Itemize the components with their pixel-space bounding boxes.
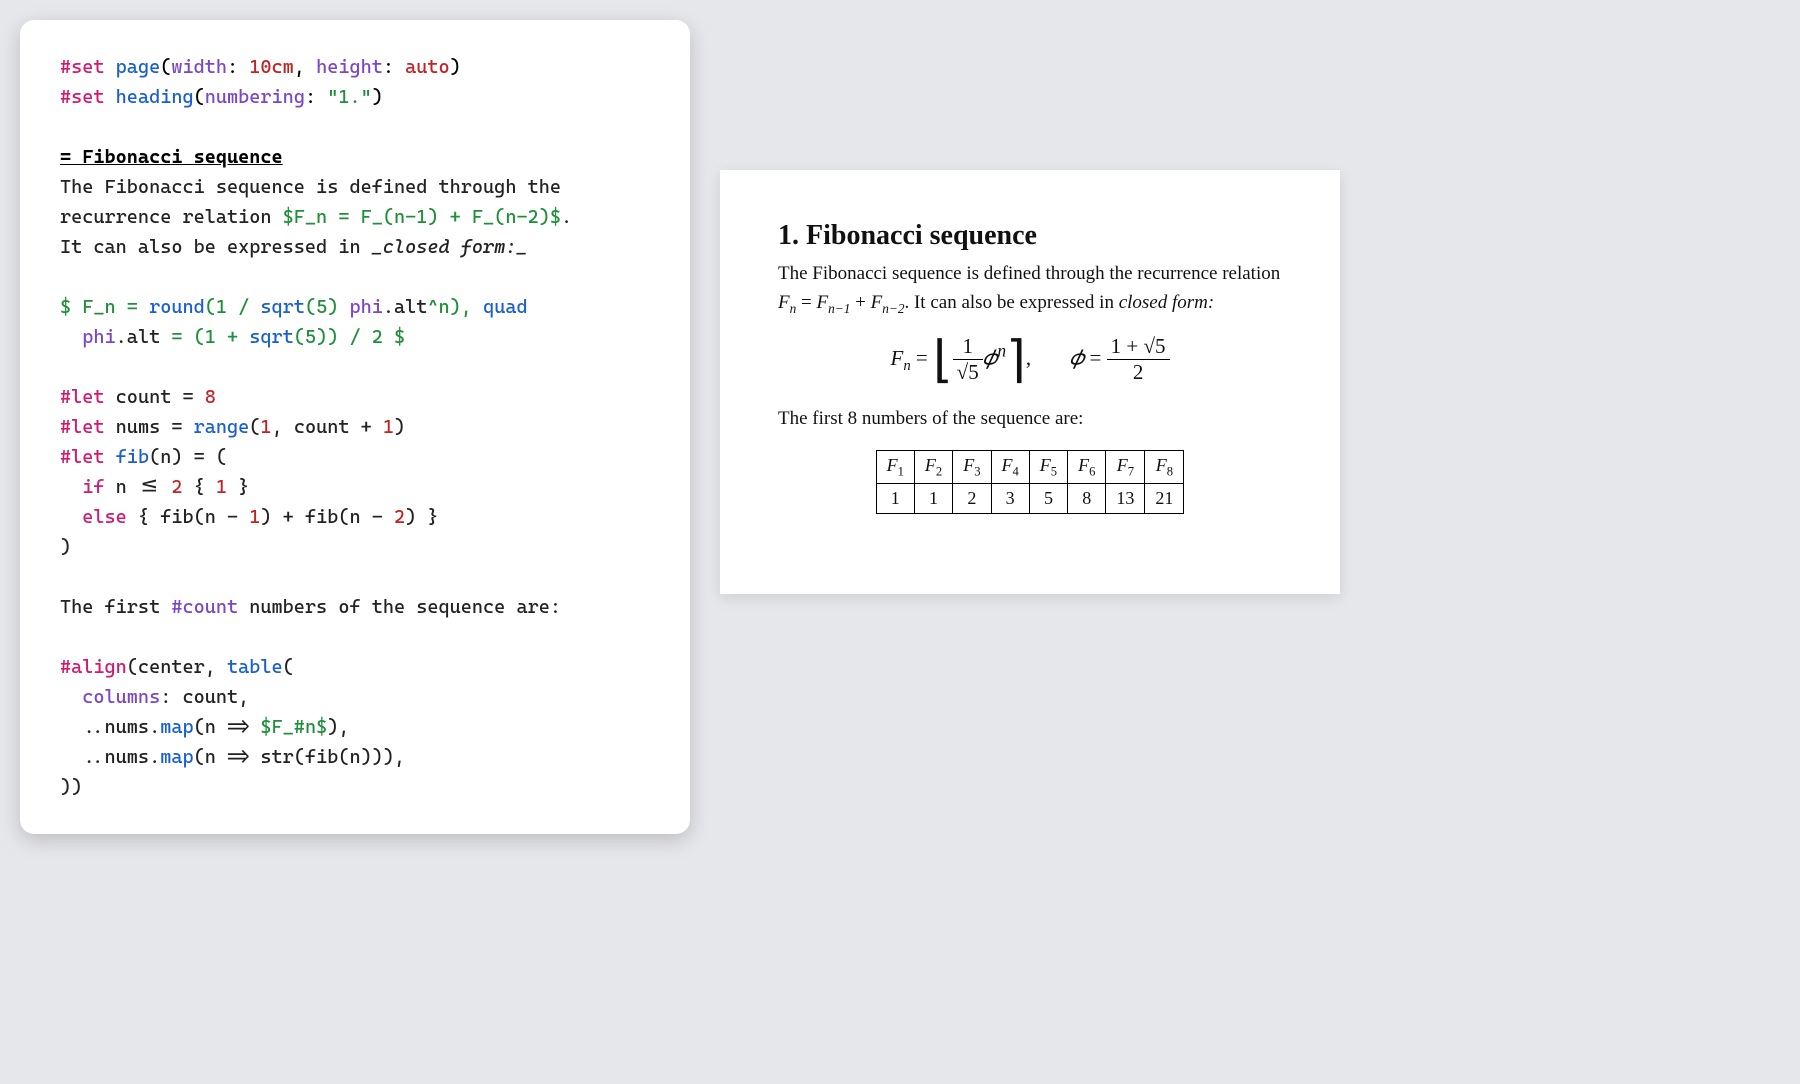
fn-heading: heading — [116, 86, 194, 108]
output-heading: 1. Fibonacci sequence — [778, 220, 1282, 252]
arg-height: height — [316, 56, 383, 78]
output-paragraph-2: The first 8 numbers of the sequence are: — [778, 405, 1282, 434]
val-auto: auto — [405, 56, 450, 78]
str-numbering: "1." — [327, 86, 372, 108]
display-formula: Fn = ⌊ 1 √5 𝜙n⌉, 𝜙 = 1 + √5 2 — [778, 334, 1282, 385]
code-emph: _closed form:_ — [372, 236, 528, 258]
inline-formula: Fn = Fn−1 + Fn−2 — [778, 292, 904, 313]
arg-width: width — [171, 56, 227, 78]
code-text: The Fibonacci sequence is defined throug… — [60, 176, 561, 198]
code-math: $F_n = F_(n-1) + F_(n-2)$ — [283, 206, 561, 228]
arg-numbering: numbering — [205, 86, 305, 108]
table-header-row: F1 F2 F3 F4 F5 F6 F7 F8 — [876, 450, 1184, 484]
output-paragraph-1: The Fibonacci sequence is defined throug… — [778, 260, 1282, 318]
fn-page: page — [116, 56, 161, 78]
table-value-row: 1 1 2 3 5 8 13 21 — [876, 484, 1184, 514]
rendered-output-panel: 1. Fibonacci sequence The Fibonacci sequ… — [720, 170, 1340, 594]
code-text: It can also be expressed in — [60, 236, 372, 258]
keyword-set: #set — [60, 86, 105, 108]
source-code-panel: #set page(width: 10cm, height: auto) #se… — [20, 20, 690, 834]
fibonacci-table: F1 F2 F3 F4 F5 F6 F7 F8 1 1 2 3 5 8 13 2… — [876, 450, 1185, 515]
val-10cm: 10cm — [249, 56, 294, 78]
code-text: recurrence relation — [60, 206, 283, 228]
closed-form-emph: closed form: — [1119, 292, 1215, 313]
code-heading: = Fibonacci sequence — [60, 146, 283, 168]
keyword-set: #set — [60, 56, 105, 78]
math-open: $ F_n = — [60, 296, 149, 318]
